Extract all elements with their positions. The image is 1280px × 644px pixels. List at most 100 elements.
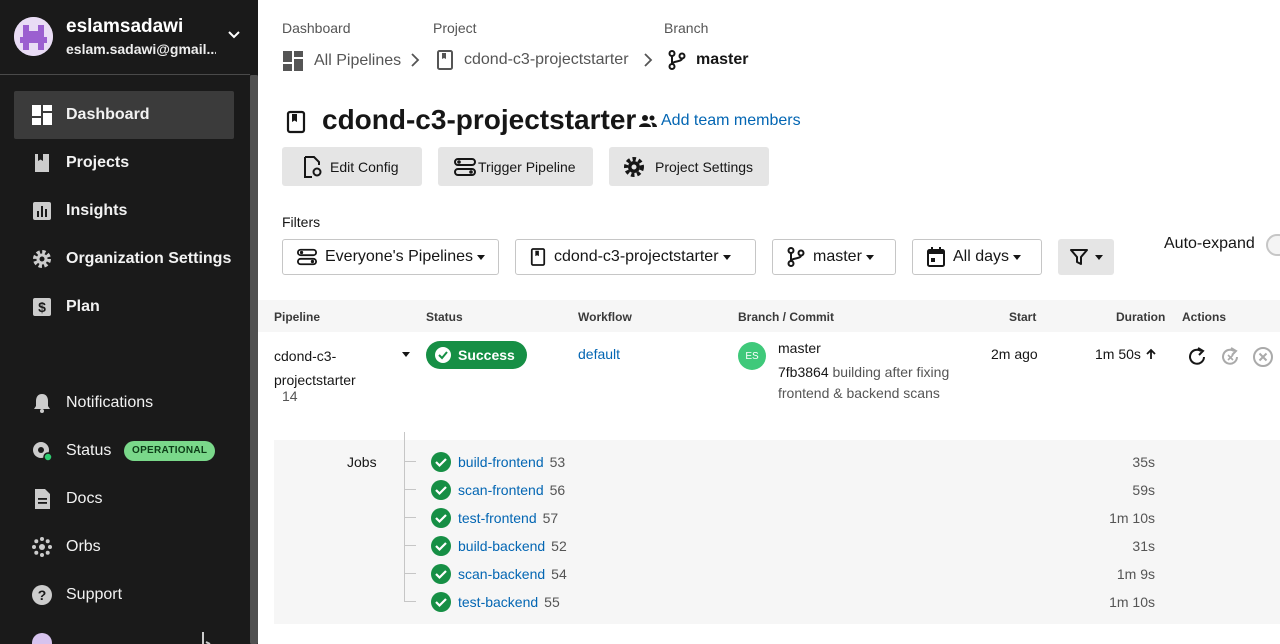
user-menu[interactable]: eslamsadawi eslam.sadawi@gmail...	[14, 14, 250, 60]
rerun-icon[interactable]	[1186, 346, 1208, 368]
sidebar-item-plan[interactable]: $ Plan	[14, 283, 234, 331]
jobs-panel: Jobs build-frontend 53 35s scan-frontend 56…	[274, 432, 1280, 624]
sidebar-item-label: Organization Settings	[66, 250, 232, 267]
job-row[interactable]: scan-frontend 56 59s	[404, 476, 1280, 504]
sidebar-item-projects[interactable]: Projects	[14, 139, 234, 187]
sidebar: eslamsadawi eslam.sadawi@gmail... Dashbo…	[0, 0, 258, 644]
auto-expand-label: Auto-expand	[1164, 235, 1255, 252]
job-name-link: test-backend 55	[458, 594, 560, 610]
add-team-members-link[interactable]: Add team members	[639, 112, 801, 130]
sidebar-item-support[interactable]: ? Support	[14, 571, 234, 619]
job-name[interactable]: build-backend	[458, 538, 545, 554]
job-row[interactable]: build-frontend 53 35s	[404, 448, 1280, 476]
trigger-pipeline-button[interactable]: Trigger Pipeline	[438, 147, 593, 186]
trigger-pipeline-label: Trigger Pipeline	[478, 158, 576, 175]
job-duration: 1m 10s	[1109, 594, 1155, 610]
job-duration: 31s	[1132, 538, 1155, 554]
status-badge: OPERATIONAL	[124, 441, 216, 461]
help-icon: ?	[32, 585, 52, 605]
job-number: 54	[551, 566, 567, 582]
caret-down-icon	[722, 254, 731, 260]
cancel-icon[interactable]	[1252, 346, 1274, 368]
project-icon	[286, 110, 306, 134]
job-row[interactable]: build-backend 52 31s	[404, 532, 1280, 560]
expand-caret-icon[interactable]	[402, 352, 410, 357]
job-name-link: build-backend 52	[458, 538, 567, 554]
job-name[interactable]: test-frontend	[458, 510, 537, 526]
job-name[interactable]: build-frontend	[458, 454, 544, 470]
gear-icon	[624, 156, 644, 177]
rerun-failed-icon[interactable]	[1219, 346, 1241, 368]
sidebar-item-label: Projects	[66, 154, 130, 171]
commit-info: 7fb3864 building after fixing frontend &…	[778, 362, 958, 404]
breadcrumb-branch[interactable]: master	[668, 50, 748, 70]
days-filter-value: All days	[953, 248, 1010, 265]
branch-icon	[668, 50, 686, 70]
projects-icon	[35, 154, 49, 172]
people-icon	[639, 115, 657, 127]
workflow-link[interactable]: default	[578, 346, 620, 362]
job-name[interactable]: scan-backend	[458, 566, 545, 582]
sidebar-item-notifications[interactable]: Notifications	[14, 379, 234, 427]
job-duration: 1m 10s	[1109, 510, 1155, 526]
breadcrumb-project[interactable]: cdond-c3-projectstarter	[436, 50, 629, 70]
insights-icon	[33, 202, 51, 220]
sidebar-scrollbar-thumb[interactable]	[250, 75, 258, 644]
chevron-down-icon[interactable]	[226, 26, 242, 42]
column-header-actions: Actions	[1182, 310, 1227, 324]
breadcrumb-all-pipelines[interactable]: All Pipelines	[282, 50, 401, 72]
sidebar-item-orbs[interactable]: Orbs	[14, 523, 234, 571]
project-settings-button[interactable]: Project Settings	[609, 147, 769, 186]
project-filter-select[interactable]: cdond-c3-projectstarter	[515, 239, 756, 275]
sidebar-item-label: Orbs	[66, 538, 101, 555]
org-avatar-icon[interactable]	[31, 632, 53, 644]
duration: 1m 50s	[1095, 346, 1157, 362]
caret-down-icon	[865, 254, 874, 260]
job-number: 52	[551, 538, 567, 554]
pipelines-filter-select[interactable]: Everyone's Pipelines	[282, 239, 499, 275]
sidebar-item-organization-settings[interactable]: Organization Settings	[14, 235, 234, 283]
collapse-sidebar-icon[interactable]	[198, 632, 212, 644]
sidebar-item-docs[interactable]: Docs	[14, 475, 234, 523]
branch-icon	[787, 247, 805, 267]
column-header-duration: Duration	[1116, 310, 1166, 324]
check-circle-icon	[435, 347, 451, 363]
add-team-members-label: Add team members	[661, 112, 801, 129]
branch-filter-select[interactable]: master	[772, 239, 896, 275]
status-badge-success[interactable]: Success	[426, 341, 527, 369]
user-name: eslamsadawi	[66, 16, 184, 37]
job-name-link: scan-backend 54	[458, 566, 567, 582]
sidebar-divider	[0, 74, 250, 75]
sidebar-item-label: Insights	[66, 202, 128, 219]
chevron-right-icon	[411, 53, 420, 67]
sidebar-item-label: Notifications	[66, 394, 154, 411]
breadcrumb-text: cdond-c3-projectstarter	[464, 51, 629, 68]
job-row[interactable]: test-backend 55 1m 10s	[404, 588, 1280, 616]
breadcrumb-label-branch: Branch	[664, 20, 709, 36]
job-row[interactable]: test-frontend 57 1m 10s	[404, 504, 1280, 532]
column-header-start: Start	[1009, 310, 1037, 324]
edit-config-button[interactable]: Edit Config	[282, 147, 422, 186]
status-icon	[33, 442, 53, 462]
sidebar-item-insights[interactable]: Insights	[14, 187, 234, 235]
days-filter-select[interactable]: All days	[912, 239, 1042, 275]
commit-hash-link[interactable]: 7fb3864	[778, 364, 829, 380]
user-avatar	[14, 17, 53, 56]
svg-text:$: $	[38, 299, 46, 315]
project-filter-value: cdond-c3-projectstarter	[554, 248, 719, 265]
auto-expand-toggle[interactable]	[1266, 234, 1280, 256]
svg-text:?: ?	[38, 587, 47, 603]
breadcrumb-text: All Pipelines	[314, 52, 402, 69]
caret-down-icon	[1013, 254, 1022, 260]
project-icon	[437, 50, 453, 70]
sidebar-item-dashboard[interactable]: Dashboard	[14, 91, 234, 139]
filter-button[interactable]	[1058, 239, 1114, 275]
pipeline-name-link[interactable]: cdond-c3-projectstarter	[274, 344, 374, 392]
table-header: Pipeline Status Workflow Branch / Commit…	[258, 300, 1280, 332]
job-name[interactable]: test-backend	[458, 594, 538, 610]
job-row[interactable]: scan-backend 54 1m 9s	[404, 560, 1280, 588]
sidebar-item-label: Docs	[66, 490, 103, 507]
filters-label: Filters	[282, 214, 321, 230]
job-name[interactable]: scan-frontend	[458, 482, 544, 498]
status-label: Success	[458, 347, 515, 363]
